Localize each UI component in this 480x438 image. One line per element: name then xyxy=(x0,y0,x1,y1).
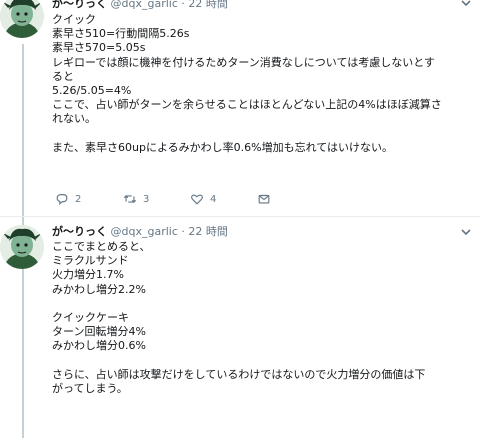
tweet-text: クイック 素早さ510=行動間隔5.26s 素早さ570=5.05s レギローで… xyxy=(52,13,472,155)
avatar[interactable] xyxy=(0,0,44,38)
like-action[interactable]: 4 xyxy=(190,192,216,206)
avatar-image xyxy=(0,0,44,38)
message-action[interactable] xyxy=(257,192,271,206)
display-name[interactable]: が〜りっく xyxy=(52,0,107,10)
user-handle[interactable]: @dqx_garlic xyxy=(111,225,178,238)
tweet-line: さらに、占い師は攻撃だけをしているわけではないので火力増分の価値は下 xyxy=(52,367,426,381)
tweet-line: がってしまう。 xyxy=(52,381,128,395)
tweet-line: また、素早さ60upによるみかわし率0.6%増加も忘れてはいけない。 xyxy=(52,140,394,154)
tweet-line: みかわし増分2.2% xyxy=(52,282,146,296)
separator-dot: · xyxy=(181,225,185,238)
timestamp[interactable]: 22 時間 xyxy=(188,225,228,238)
separator-dot: · xyxy=(181,0,185,10)
reply-action[interactable]: 2 xyxy=(55,192,81,206)
tweet-line: れない。 xyxy=(52,112,96,126)
tweet-header: が〜りっく @dqx_garlic · 22 時間 xyxy=(52,0,228,11)
tweet-line: レギローでは顔に機神を付けるためターン消費なしについては考慮しないとす xyxy=(52,55,435,69)
tweet-line: ここでまとめると、 xyxy=(52,240,151,253)
tweet-line: クイックケーキ xyxy=(52,310,129,324)
message-icon[interactable] xyxy=(257,192,271,206)
tweet-header: が〜りっく @dqx_garlic · 22 時間 xyxy=(52,225,228,239)
chevron-down-icon[interactable] xyxy=(460,0,472,9)
timestamp[interactable]: 22 時間 xyxy=(188,0,228,10)
chevron-down-icon[interactable] xyxy=(460,226,472,238)
retweet-count: 3 xyxy=(143,193,150,205)
reply-icon[interactable] xyxy=(55,192,69,206)
tweet-line: 素早さ570=5.05s xyxy=(52,41,146,55)
tweet-line: ミラクルサンド xyxy=(52,254,129,268)
tweet-line: ターン回転増分4% xyxy=(52,325,146,339)
tweet-line: 5.26/5.05=4% xyxy=(52,83,132,97)
tweet-line: ここで、占い師がターンを余らせることはほとんどない上記の4%はほぼ減算さ xyxy=(52,98,442,112)
retweet-action[interactable]: 3 xyxy=(123,192,149,206)
tweet-line: ると xyxy=(52,69,74,83)
user-handle[interactable]: @dqx_garlic xyxy=(111,0,178,10)
tweet-line: みかわし増分0.6% xyxy=(52,339,146,353)
like-count: 4 xyxy=(210,193,217,205)
tweet-divider xyxy=(0,216,480,217)
like-icon[interactable] xyxy=(190,192,204,206)
reply-count: 2 xyxy=(75,193,82,205)
avatar[interactable] xyxy=(0,225,44,269)
retweet-icon[interactable] xyxy=(123,192,137,206)
tweet-line: 素早さ510=行動間隔5.26s xyxy=(52,27,190,41)
display-name[interactable]: が〜りっく xyxy=(52,225,107,238)
tweet-line: 火力増分1.7% xyxy=(52,268,124,282)
tweet-line: クイック xyxy=(52,13,96,26)
tweet-text: ここでまとめると、 ミラクルサンド 火力増分1.7% みかわし増分2.2% クイ… xyxy=(52,240,472,396)
avatar-image xyxy=(0,225,44,269)
